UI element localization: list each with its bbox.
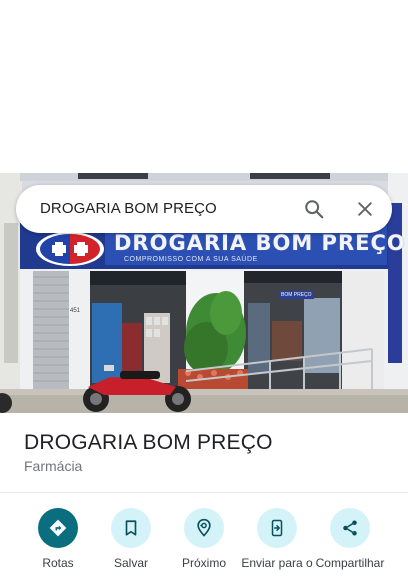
directions-button-circle[interactable]	[38, 508, 78, 548]
save-label: Salvar	[113, 556, 148, 570]
send-to-phone-button[interactable]: Enviar para o	[239, 508, 315, 570]
storefront-sign-subtitle: COMPROMISSO COM A SUA SAÚDE	[124, 256, 258, 263]
nearby-button-circle[interactable]	[184, 508, 224, 548]
share-icon	[343, 520, 357, 536]
share-label: Compartilhar	[315, 556, 385, 570]
action-buttons: Rotas Salvar Próximo Enviar para o Compa…	[0, 508, 408, 586]
share-button[interactable]: Compartilhar	[312, 508, 388, 570]
directions-button[interactable]: Rotas	[20, 508, 96, 570]
door-number: 451	[70, 308, 81, 314]
clear-search-button[interactable]	[350, 194, 380, 224]
save-button[interactable]: Salvar	[93, 508, 169, 570]
nearby-button[interactable]: Próximo	[166, 508, 242, 570]
place-title: DROGARIA BOM PREÇO	[24, 431, 273, 454]
directions-icon	[49, 519, 67, 537]
share-button-circle[interactable]	[330, 508, 370, 548]
directions-label: Rotas	[42, 556, 74, 570]
door-sign: BOM PREÇO	[279, 291, 314, 299]
nearby-icon	[197, 518, 211, 537]
send-to-phone-label: Enviar para o	[241, 556, 313, 570]
send-to-phone-icon	[271, 519, 283, 537]
nearby-label: Próximo	[181, 556, 226, 570]
save-button-circle[interactable]	[111, 508, 151, 548]
close-icon	[358, 202, 372, 216]
send-to-phone-button-circle[interactable]	[257, 508, 297, 548]
search-input[interactable]: DROGARIA BOM PREÇO	[40, 185, 217, 233]
search-bar[interactable]: DROGARIA BOM PREÇO	[16, 185, 392, 233]
search-button[interactable]	[299, 194, 329, 224]
place-category[interactable]: Farmácia	[24, 458, 82, 474]
bookmark-icon	[125, 520, 137, 536]
storefront-sign-text: DROGARIA BOM PREÇO	[114, 231, 406, 255]
search-icon	[305, 200, 324, 219]
divider	[0, 492, 408, 493]
